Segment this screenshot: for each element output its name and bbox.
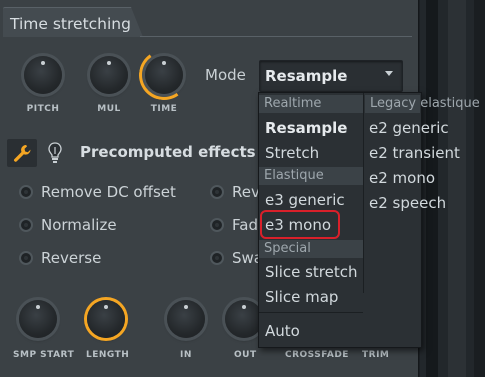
radio-button[interactable] <box>19 185 33 199</box>
column-divider <box>363 93 364 293</box>
in-knob[interactable] <box>167 300 205 338</box>
length-knob-label: LENGTH <box>86 350 130 360</box>
menu-item-stretch[interactable]: Stretch <box>265 144 319 162</box>
crossfade-knob-label: CROSSFADE <box>285 350 349 360</box>
highlight-annotation <box>260 210 340 239</box>
header-divider <box>140 36 412 37</box>
group-header-elastique: Elastique <box>259 167 363 185</box>
reverse-label: Reverse <box>41 249 102 267</box>
radio-button[interactable] <box>210 218 224 232</box>
precomputed-effects-label: Precomputed effects <box>80 143 256 161</box>
background-channel-strip <box>420 0 485 377</box>
smp-start-knob-label: SMP START <box>13 350 75 360</box>
trim-knob-label: TRIM <box>362 350 390 360</box>
group-header-legacy: Legacy elastique <box>365 95 480 113</box>
radio-button[interactable] <box>210 251 224 265</box>
radio-button[interactable] <box>19 218 33 232</box>
menu-separator <box>259 312 363 313</box>
radio-button[interactable] <box>19 251 33 265</box>
radio-button[interactable] <box>210 185 224 199</box>
menu-item-slice-map[interactable]: Slice map <box>265 288 338 306</box>
remove-dc-offset-label: Remove DC offset <box>41 183 176 201</box>
wrench-icon <box>14 145 31 162</box>
menu-item-e2-mono[interactable]: e2 mono <box>369 169 435 187</box>
bulb-icon[interactable] <box>48 142 62 164</box>
menu-item-e2-speech[interactable]: e2 speech <box>369 194 446 212</box>
out-knob-label: OUT <box>234 350 257 360</box>
mode-select-value: Resample <box>265 67 348 85</box>
mode-select[interactable]: Resample <box>259 60 403 92</box>
strip-bar <box>474 0 485 377</box>
time-knob-label: TIME <box>150 104 178 114</box>
in-knob-label: IN <box>180 350 192 360</box>
mode-label: Mode <box>205 66 246 84</box>
mul-knob[interactable] <box>90 56 128 94</box>
mul-knob-label: MUL <box>97 104 121 114</box>
pitch-knob-label: PITCH <box>26 104 60 114</box>
strip-bar <box>448 0 466 377</box>
wrench-button[interactable] <box>7 139 37 167</box>
chevron-down-icon <box>385 71 393 76</box>
pitch-knob[interactable] <box>24 56 62 94</box>
group-header-realtime: Realtime <box>259 95 363 113</box>
menu-item-e2-transient[interactable]: e2 transient <box>369 144 460 162</box>
length-knob[interactable] <box>87 300 125 338</box>
menu-item-resample[interactable]: Resample <box>265 119 347 137</box>
precomputed-effects-row: Precomputed effects <box>3 138 260 170</box>
menu-item-slice-stretch[interactable]: Slice stretch <box>265 263 358 281</box>
plugin-window: Time stretching PITCH MUL TIME Mode Resa… <box>0 0 485 377</box>
strip-bar <box>426 0 438 377</box>
menu-item-auto[interactable]: Auto <box>265 322 300 340</box>
menu-item-e3-generic[interactable]: e3 generic <box>265 191 345 209</box>
reverse-polarity-label: Rev <box>232 183 260 201</box>
normalize-label: Normalize <box>41 216 117 234</box>
menu-item-e2-generic[interactable]: e2 generic <box>369 119 449 137</box>
fade-label: Fad <box>232 216 258 234</box>
group-header-special: Special <box>259 240 363 258</box>
section-title: Time stretching <box>10 15 131 33</box>
smp-start-knob[interactable] <box>19 300 57 338</box>
